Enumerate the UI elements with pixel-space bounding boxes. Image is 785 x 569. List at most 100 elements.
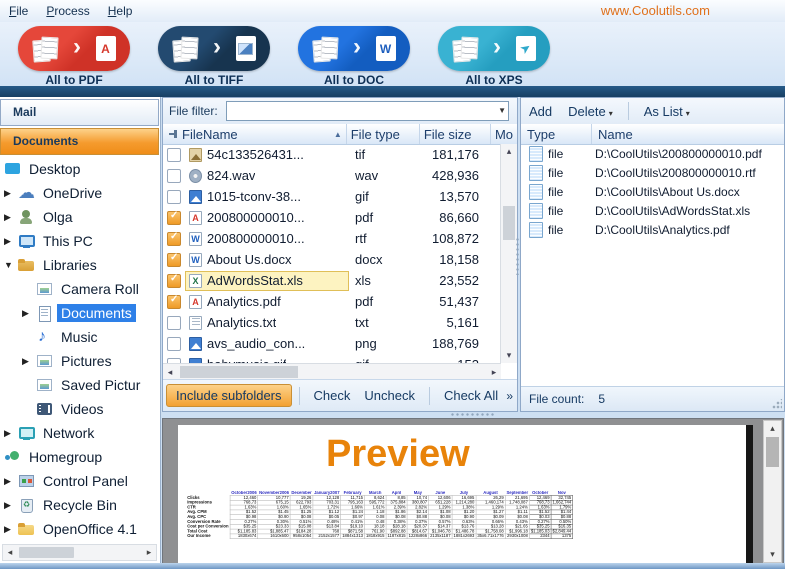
tree-item[interactable]: This PC [0,229,159,253]
tree-item[interactable]: Olga [0,205,159,229]
column-header-type[interactable]: Type [521,124,592,144]
scroll-left-icon[interactable]: ◂ [3,547,17,558]
convert-button[interactable]: › All to XPS [424,26,564,86]
file-row[interactable]: About Us.docx docx 18,158 [163,249,501,270]
convert-button[interactable]: › All to PDF [4,26,144,86]
as-list-button[interactable]: As List▾ [636,101,698,122]
row-checkbox[interactable] [167,337,181,351]
row-checkbox[interactable] [167,190,181,204]
preview-vertical-scrollbar[interactable]: ▴ ▾ [763,420,782,563]
tree-expander-icon[interactable] [4,236,18,247]
convert-button-label: All to DOC [284,73,424,87]
row-checkbox[interactable] [167,169,181,183]
tree-expander-icon[interactable] [4,212,18,223]
tree-expander-icon[interactable] [4,524,18,535]
scrollbar-thumb[interactable] [19,547,74,558]
tree-expander-icon[interactable] [22,308,36,319]
convert-button[interactable]: › All to TIFF [144,26,284,86]
tree-expander-icon[interactable] [4,500,18,511]
tree-item[interactable]: Recycle Bin [0,493,159,517]
scrollbar-thumb[interactable] [766,437,779,467]
horizontal-splitter[interactable] [162,410,783,418]
row-checkbox[interactable] [167,148,181,162]
row-checkbox[interactable] [167,253,181,267]
file-row[interactable]: AdWordsStat.xls xls 23,552 [163,270,501,291]
tree-item[interactable]: Network [0,421,159,445]
scroll-right-icon[interactable]: ▸ [142,547,156,558]
selected-file-row[interactable]: file D:\CoolUtils\AdWordsStat.xls [521,201,784,220]
convert-pill[interactable]: › [18,26,130,71]
tree-item[interactable]: Desktop [0,157,159,181]
file-list-horizontal-scrollbar[interactable]: ◂ ▸ [163,363,501,380]
tree-item[interactable]: Libraries [0,253,159,277]
file-row[interactable]: 1015-tconv-38... gif 13,570 [163,186,501,207]
convert-pill[interactable]: › [438,26,550,71]
column-header-filename[interactable]: FileName ▲ [163,124,347,144]
add-button[interactable]: Add [521,101,560,122]
scrollbar-thumb[interactable] [180,366,298,378]
tree-item[interactable]: OpenOffice 4.1 [0,517,159,541]
file-type: xls [349,273,421,288]
sidebar-horizontal-scrollbar[interactable]: ◂ ▸ [2,544,157,561]
check-all-button[interactable]: Check All [437,385,505,406]
selected-file-row[interactable]: file D:\CoolUtils\200800000010.rtf [521,163,784,182]
tree-item[interactable]: Videos [0,397,159,421]
file-row[interactable]: 54c133526431... tif 181,176 [163,144,501,165]
row-checkbox[interactable] [167,295,181,309]
check-button[interactable]: Check [307,385,358,406]
resize-grip[interactable] [772,399,782,409]
combobox-dropdown-icon[interactable]: ▼ [498,106,506,115]
tree-item[interactable]: Documents [0,301,159,325]
convert-button[interactable]: › All to DOC [284,26,424,86]
website-link[interactable]: www.Coolutils.com [601,3,710,18]
dropdown-icon: ▾ [609,109,613,118]
tree-expander-icon[interactable] [22,356,36,367]
row-checkbox[interactable] [167,211,181,225]
scroll-down-icon[interactable]: ▾ [764,549,781,560]
delete-button[interactable]: Delete▾ [560,101,621,122]
sidebar-tab[interactable]: Mail [0,99,159,126]
tree-item[interactable]: Pictures [0,349,159,373]
tree-item-label: Music [57,328,102,346]
column-header-name[interactable]: Name [592,124,784,144]
row-checkbox[interactable] [167,232,181,246]
file-row[interactable]: babymusic.gif gif 152 [163,354,501,363]
scroll-left-icon[interactable]: ◂ [163,367,177,378]
file-filter-input[interactable] [227,102,508,120]
row-checkbox[interactable] [167,274,181,288]
convert-pill[interactable]: › [298,26,410,71]
menu-item[interactable]: Help [99,2,142,20]
file-row[interactable]: Analytics.pdf pdf 51,437 [163,291,501,312]
tree-item[interactable]: Music [0,325,159,349]
file-row[interactable]: Analytics.txt txt 5,161 [163,312,501,333]
menu-item[interactable]: File [0,2,37,20]
tree-expander-icon[interactable] [4,476,18,487]
file-row[interactable]: 200800000010... pdf 86,660 [163,207,501,228]
uncheck-button[interactable]: Uncheck [357,385,422,406]
selected-file-row[interactable]: file D:\CoolUtils\About Us.docx [521,182,784,201]
tree-item[interactable]: OneDrive [0,181,159,205]
selected-file-row[interactable]: file D:\CoolUtils\200800000010.pdf [521,144,784,163]
convert-pill[interactable]: › [158,26,270,71]
tree-item[interactable]: Homegroup [0,445,159,469]
tree-expander-icon[interactable] [4,188,18,199]
selected-file-row[interactable]: file D:\CoolUtils\Analytics.pdf [521,220,784,239]
tree-expander-icon[interactable] [4,260,18,270]
scroll-right-icon[interactable]: ▸ [487,367,501,378]
sidebar-tab[interactable]: Documents [0,128,159,155]
row-checkbox[interactable] [167,316,181,330]
column-header-filesize[interactable]: File size [420,124,491,144]
menu-item[interactable]: Process [37,2,98,20]
column-header-filetype[interactable]: File type [347,124,420,144]
include-subfolders-button[interactable]: Include subfolders [166,384,292,407]
file-filter-combobox[interactable]: ▼ [226,101,509,121]
tree-item[interactable]: Saved Pictur [0,373,159,397]
tree-expander-icon[interactable] [4,428,18,439]
tree-item[interactable]: Camera Roll [0,277,159,301]
tree-item[interactable]: Control Panel [0,469,159,493]
file-row[interactable]: 824.wav wav 428,936 [163,165,501,186]
scroll-up-icon[interactable]: ▴ [764,423,781,434]
file-row[interactable]: 200800000010... rtf 108,872 [163,228,501,249]
file-row[interactable]: avs_audio_con... png 188,769 [163,333,501,354]
toolbar-overflow-icon[interactable]: » [506,389,513,403]
